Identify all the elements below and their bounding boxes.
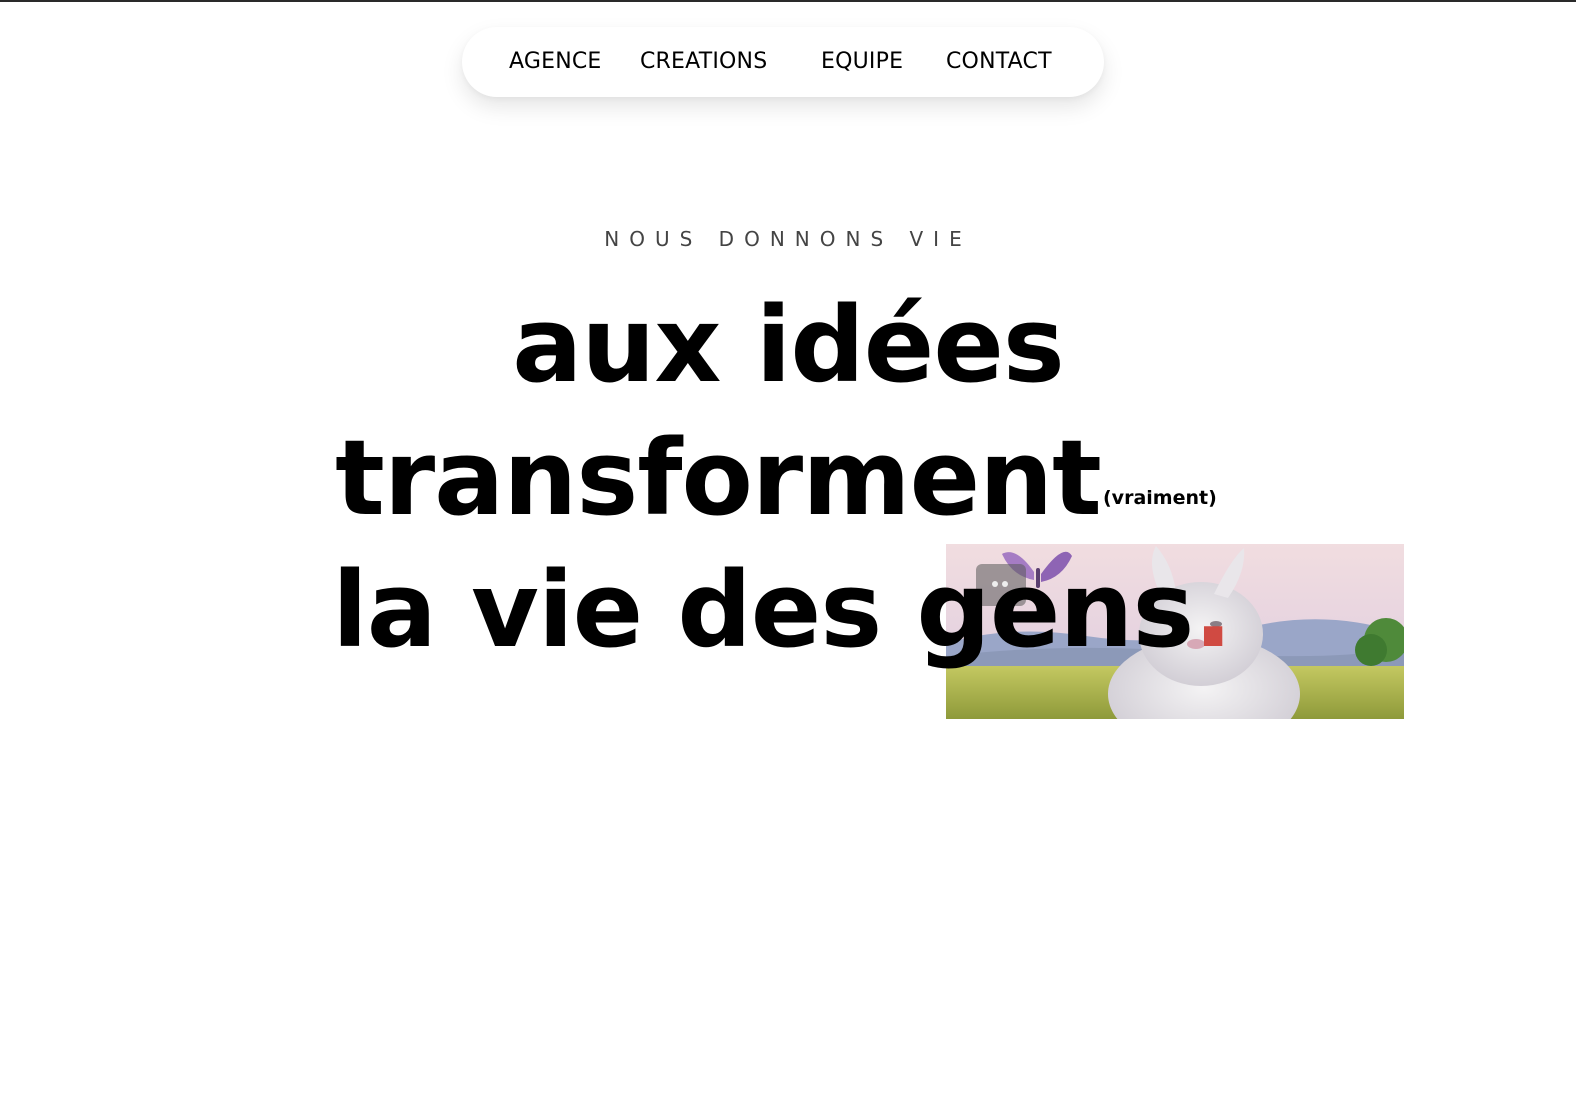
hero-line-3-text: la vie des gens [332,549,1194,671]
hero-eyebrow: NOUS DONNONS VIE [604,227,972,251]
top-border [0,0,1576,2]
nav-link-contact[interactable]: CONTACT [946,48,1052,76]
hero-line-1: aux idées [512,284,1065,406]
nav-link-agence[interactable]: AGENCE [509,48,602,76]
nav-link-equipe[interactable]: EQUIPE [821,48,903,76]
hero-line-3: la vie des gens. [0,550,1570,670]
accent-dot: . [1193,549,1233,671]
hero-aside-note: (vraiment) [1103,487,1217,509]
main-nav: AGENCE CREATIONS EQUIPE CONTACT [462,27,1104,97]
hero-line-2: transforment [335,417,1102,539]
nav-link-creations[interactable]: CREATIONS [640,48,767,76]
